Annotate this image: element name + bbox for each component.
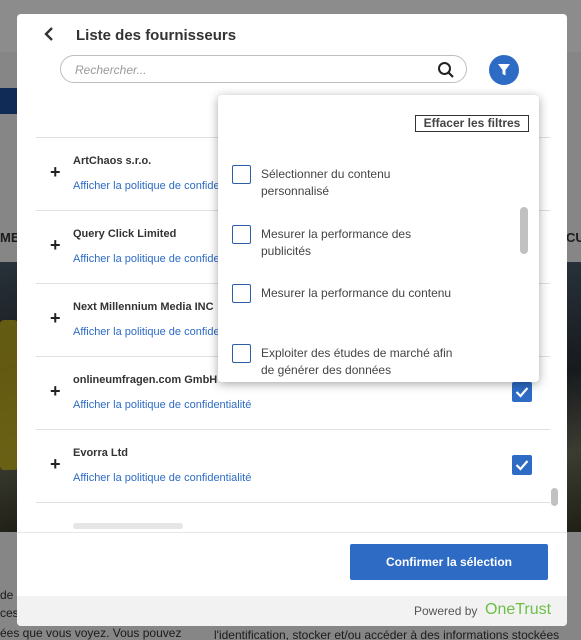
onetrust-logo[interactable]: OneTrust — [485, 601, 551, 619]
vendor-name: ArtChaos s.r.o. — [73, 155, 152, 167]
vendor-consent-checkbox[interactable] — [512, 455, 532, 475]
filter-option-label: Mesurer la performance des publicités — [261, 227, 412, 258]
filter-checkbox[interactable] — [232, 344, 251, 363]
filter-checkbox[interactable] — [232, 284, 251, 303]
filter-option-label: Sélectionner du contenu personnalisé — [261, 167, 391, 198]
filter-icon — [498, 64, 510, 76]
filter-checkbox[interactable] — [232, 165, 251, 184]
privacy-policy-link[interactable]: Afficher la politique de confidentialité — [73, 472, 251, 484]
vendor-name: Next Millennium Media INC — [73, 301, 214, 313]
confirm-selection-button[interactable]: Confirmer la sélection — [350, 544, 548, 580]
checkmark-icon — [515, 460, 529, 471]
expand-icon[interactable]: + — [50, 235, 61, 256]
expand-icon[interactable]: + — [50, 381, 61, 402]
search-icon[interactable] — [437, 61, 455, 79]
expand-icon[interactable]: + — [50, 308, 61, 329]
search-box[interactable] — [60, 55, 467, 83]
expand-icon[interactable]: + — [50, 162, 61, 183]
filter-checkbox[interactable] — [232, 225, 251, 244]
filter-panel: Effacer les filtres Sélectionner du cont… — [218, 95, 539, 382]
vendor-name-clipped — [73, 523, 183, 529]
vendor-name: Evorra Ltd — [73, 447, 129, 459]
vendor-row-partial — [36, 503, 550, 532]
search-input[interactable] — [75, 61, 415, 79]
filter-option-label: Exploiter des études de marché afin de g… — [261, 346, 453, 377]
list-scrollbar[interactable] — [551, 488, 558, 506]
clear-filters-button[interactable]: Effacer les filtres — [415, 115, 529, 132]
powered-by-text: Powered by — [414, 604, 478, 618]
filter-scrollbar[interactable] — [520, 207, 528, 254]
checkmark-icon — [515, 387, 529, 398]
filter-button[interactable] — [489, 55, 519, 85]
privacy-policy-link[interactable]: Afficher la politique de confidentialité — [73, 399, 251, 411]
vendor-name: onlineumfragen.com GmbH — [73, 374, 218, 386]
back-button[interactable] — [43, 26, 59, 46]
filter-panel-arrow — [496, 85, 514, 95]
vendor-row: + Evorra Ltd Afficher la politique de co… — [36, 430, 550, 503]
expand-icon[interactable]: + — [50, 454, 61, 475]
footer-divider — [17, 532, 567, 533]
chevron-left-icon — [44, 27, 53, 41]
powered-by-bar: Powered by OneTrust — [17, 596, 567, 626]
vendor-consent-checkbox[interactable] — [512, 382, 532, 402]
page-title: Liste des fournisseurs — [76, 27, 237, 44]
vendor-name: Query Click Limited — [73, 228, 177, 240]
filter-option-label: Mesurer la performance du contenu — [261, 286, 452, 300]
